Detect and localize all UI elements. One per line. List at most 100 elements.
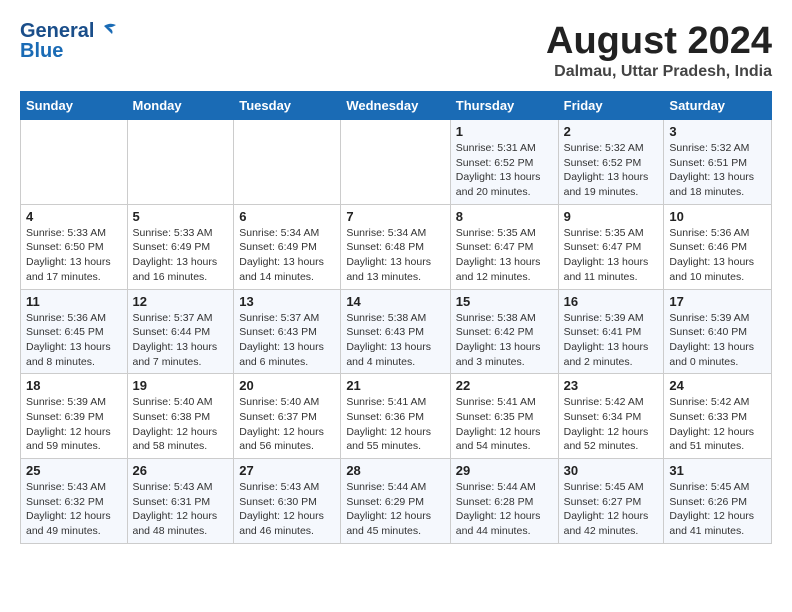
- day-number: 22: [456, 378, 553, 393]
- calendar-cell: 24Sunrise: 5:42 AMSunset: 6:33 PMDayligh…: [664, 374, 772, 459]
- day-number: 29: [456, 463, 553, 478]
- calendar-cell: 8 Sunrise: 5:35 AMSunset: 6:47 PMDaylight…: [450, 204, 558, 289]
- day-number: 3: [669, 124, 766, 139]
- calendar-cell: [234, 120, 341, 205]
- cell-info: Sunrise: 5:43 AMSunset: 6:30 PMDaylight:…: [239, 480, 335, 539]
- calendar-cell: [341, 120, 450, 205]
- week-row-2: 4Sunrise: 5:33 AMSunset: 6:50 PMDaylight…: [21, 204, 772, 289]
- day-number: 12: [133, 294, 229, 309]
- cell-info: Sunrise: 5:34 AMSunset: 6:48 PMDaylight:…: [346, 226, 444, 285]
- cell-info: Sunrise: 5:41 AMSunset: 6:35 PMDaylight:…: [456, 395, 553, 454]
- calendar-cell: 27Sunrise: 5:43 AMSunset: 6:30 PMDayligh…: [234, 459, 341, 544]
- location: Dalmau, Uttar Pradesh, India: [546, 63, 772, 81]
- calendar-cell: 15 Sunrise: 5:38 AMSunset: 6:42 PMDayligh…: [450, 289, 558, 374]
- day-number: 9: [564, 209, 659, 224]
- cell-info: Sunrise: 5:39 AMSunset: 6:41 PMDaylight:…: [564, 311, 659, 370]
- day-number: 21: [346, 378, 444, 393]
- cell-info: Sunrise: 5:34 AMSunset: 6:49 PMDaylight:…: [239, 226, 335, 285]
- calendar-cell: 7 Sunrise: 5:34 AMSunset: 6:48 PMDaylight…: [341, 204, 450, 289]
- cell-info: Sunrise: 5:37 AMSunset: 6:44 PMDaylight:…: [133, 311, 229, 370]
- calendar-cell: 10 Sunrise: 5:36 AMSunset: 6:46 PMDayligh…: [664, 204, 772, 289]
- cell-info: Sunrise: 5:40 AMSunset: 6:37 PMDaylight:…: [239, 395, 335, 454]
- cell-info: Sunrise: 5:32 AMSunset: 6:51 PMDaylight:…: [669, 141, 766, 200]
- header-row: SundayMondayTuesdayWednesdayThursdayFrid…: [21, 92, 772, 120]
- cell-info: Sunrise: 5:39 AMSunset: 6:40 PMDaylight:…: [669, 311, 766, 370]
- day-number: 24: [669, 378, 766, 393]
- day-number: 17: [669, 294, 766, 309]
- calendar-cell: [21, 120, 128, 205]
- day-number: 5: [133, 209, 229, 224]
- week-row-3: 11 Sunrise: 5:36 AMSunset: 6:45 PMDayligh…: [21, 289, 772, 374]
- calendar-table: SundayMondayTuesdayWednesdayThursdayFrid…: [20, 91, 772, 544]
- day-header-saturday: Saturday: [664, 92, 772, 120]
- cell-info: Sunrise: 5:40 AMSunset: 6:38 PMDaylight:…: [133, 395, 229, 454]
- day-number: 6: [239, 209, 335, 224]
- cell-info: Sunrise: 5:42 AMSunset: 6:34 PMDaylight:…: [564, 395, 659, 454]
- calendar-cell: 12 Sunrise: 5:37 AMSunset: 6:44 PMDayligh…: [127, 289, 234, 374]
- calendar-cell: 18Sunrise: 5:39 AMSunset: 6:39 PMDayligh…: [21, 374, 128, 459]
- day-number: 4: [26, 209, 122, 224]
- day-number: 10: [669, 209, 766, 224]
- calendar-cell: 31 Sunrise: 5:45 AMSunset: 6:26 PMDayligh…: [664, 459, 772, 544]
- calendar-cell: 9 Sunrise: 5:35 AMSunset: 6:47 PMDaylight…: [558, 204, 664, 289]
- calendar-cell: 29Sunrise: 5:44 AMSunset: 6:28 PMDayligh…: [450, 459, 558, 544]
- calendar-cell: 5 Sunrise: 5:33 AMSunset: 6:49 PMDaylight…: [127, 204, 234, 289]
- cell-info: Sunrise: 5:44 AMSunset: 6:29 PMDaylight:…: [346, 480, 444, 539]
- calendar-cell: 20 Sunrise: 5:40 AMSunset: 6:37 PMDayligh…: [234, 374, 341, 459]
- cell-info: Sunrise: 5:37 AMSunset: 6:43 PMDaylight:…: [239, 311, 335, 370]
- day-header-sunday: Sunday: [21, 92, 128, 120]
- cell-info: Sunrise: 5:39 AMSunset: 6:39 PMDaylight:…: [26, 395, 122, 454]
- calendar-cell: 26Sunrise: 5:43 AMSunset: 6:31 PMDayligh…: [127, 459, 234, 544]
- cell-info: Sunrise: 5:45 AMSunset: 6:27 PMDaylight:…: [564, 480, 659, 539]
- calendar-cell: 6 Sunrise: 5:34 AMSunset: 6:49 PMDaylight…: [234, 204, 341, 289]
- week-row-5: 25Sunrise: 5:43 AMSunset: 6:32 PMDayligh…: [21, 459, 772, 544]
- calendar-cell: 11 Sunrise: 5:36 AMSunset: 6:45 PMDayligh…: [21, 289, 128, 374]
- calendar-cell: 19 Sunrise: 5:40 AMSunset: 6:38 PMDayligh…: [127, 374, 234, 459]
- day-number: 7: [346, 209, 444, 224]
- calendar-cell: 25Sunrise: 5:43 AMSunset: 6:32 PMDayligh…: [21, 459, 128, 544]
- calendar-cell: 21 Sunrise: 5:41 AMSunset: 6:36 PMDayligh…: [341, 374, 450, 459]
- day-header-friday: Friday: [558, 92, 664, 120]
- day-number: 19: [133, 378, 229, 393]
- cell-info: Sunrise: 5:31 AMSunset: 6:52 PMDaylight:…: [456, 141, 553, 200]
- logo-blue: Blue: [20, 40, 118, 62]
- cell-info: Sunrise: 5:35 AMSunset: 6:47 PMDaylight:…: [564, 226, 659, 285]
- cell-info: Sunrise: 5:36 AMSunset: 6:46 PMDaylight:…: [669, 226, 766, 285]
- calendar-cell: 3 Sunrise: 5:32 AMSunset: 6:51 PMDaylight…: [664, 120, 772, 205]
- calendar-cell: [127, 120, 234, 205]
- calendar-cell: 4Sunrise: 5:33 AMSunset: 6:50 PMDaylight…: [21, 204, 128, 289]
- day-number: 8: [456, 209, 553, 224]
- cell-info: Sunrise: 5:38 AMSunset: 6:42 PMDaylight:…: [456, 311, 553, 370]
- calendar-cell: 23 Sunrise: 5:42 AMSunset: 6:34 PMDayligh…: [558, 374, 664, 459]
- day-header-tuesday: Tuesday: [234, 92, 341, 120]
- day-number: 20: [239, 378, 335, 393]
- day-number: 2: [564, 124, 659, 139]
- day-number: 31: [669, 463, 766, 478]
- day-number: 23: [564, 378, 659, 393]
- calendar-cell: 1 Sunrise: 5:31 AMSunset: 6:52 PMDaylight…: [450, 120, 558, 205]
- calendar-cell: 13Sunrise: 5:37 AMSunset: 6:43 PMDayligh…: [234, 289, 341, 374]
- day-number: 1: [456, 124, 553, 139]
- cell-info: Sunrise: 5:32 AMSunset: 6:52 PMDaylight:…: [564, 141, 659, 200]
- day-number: 30: [564, 463, 659, 478]
- day-number: 26: [133, 463, 229, 478]
- day-header-thursday: Thursday: [450, 92, 558, 120]
- day-number: 28: [346, 463, 444, 478]
- calendar-cell: 17 Sunrise: 5:39 AMSunset: 6:40 PMDayligh…: [664, 289, 772, 374]
- day-number: 25: [26, 463, 122, 478]
- day-number: 15: [456, 294, 553, 309]
- cell-info: Sunrise: 5:33 AMSunset: 6:49 PMDaylight:…: [133, 226, 229, 285]
- calendar-cell: 30 Sunrise: 5:45 AMSunset: 6:27 PMDayligh…: [558, 459, 664, 544]
- calendar-cell: 14Sunrise: 5:38 AMSunset: 6:43 PMDayligh…: [341, 289, 450, 374]
- calendar-cell: 28 Sunrise: 5:44 AMSunset: 6:29 PMDayligh…: [341, 459, 450, 544]
- day-number: 14: [346, 294, 444, 309]
- logo-bird-icon: [96, 20, 118, 42]
- day-number: 11: [26, 294, 122, 309]
- cell-info: Sunrise: 5:35 AMSunset: 6:47 PMDaylight:…: [456, 226, 553, 285]
- cell-info: Sunrise: 5:45 AMSunset: 6:26 PMDaylight:…: [669, 480, 766, 539]
- cell-info: Sunrise: 5:36 AMSunset: 6:45 PMDaylight:…: [26, 311, 122, 370]
- day-number: 16: [564, 294, 659, 309]
- week-row-4: 18Sunrise: 5:39 AMSunset: 6:39 PMDayligh…: [21, 374, 772, 459]
- cell-info: Sunrise: 5:41 AMSunset: 6:36 PMDaylight:…: [346, 395, 444, 454]
- month-title: August 2024: [546, 20, 772, 63]
